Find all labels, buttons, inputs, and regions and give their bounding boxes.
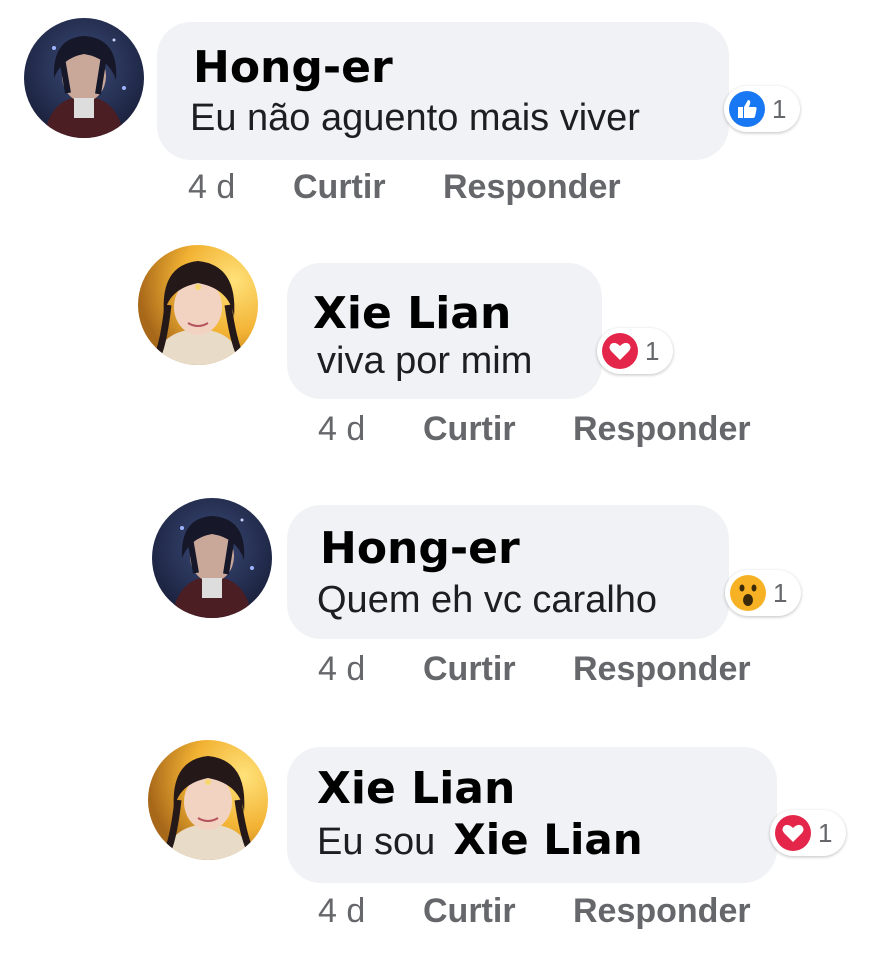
avatar-xie-lian[interactable] — [148, 740, 268, 860]
comment-text: viva por mim — [317, 340, 533, 382]
comment: Hong-er Quem eh vc caralho 1 4 d Curtir … — [0, 480, 885, 710]
avatar-xie-lian[interactable] — [138, 245, 258, 365]
reaction-badge[interactable]: 1 — [770, 810, 846, 856]
comment-timestamp: 4 d — [188, 168, 236, 206]
comment-author[interactable]: Xie Lian — [313, 292, 511, 336]
comment: Hong-er Eu não aguento mais viver 1 4 d … — [0, 0, 885, 230]
like-button[interactable]: Curtir — [423, 894, 516, 928]
comment-bubble: Hong-er Quem eh vc caralho — [287, 505, 729, 639]
reaction-badge[interactable]: 1 — [725, 570, 801, 616]
wow-face-icon — [730, 575, 766, 611]
heart-icon — [775, 815, 811, 851]
comment-timestamp: 4 d — [318, 650, 366, 688]
mention-link[interactable]: Xie Lian — [453, 815, 642, 864]
like-icon — [729, 91, 765, 127]
reaction-count: 1 — [818, 817, 833, 848]
comment-author[interactable]: Hong-er — [320, 527, 520, 571]
comment-text: Quem eh vc caralho — [317, 579, 658, 621]
reaction-count: 1 — [773, 577, 788, 608]
avatar-hong-er[interactable] — [24, 18, 144, 138]
comment-bubble: Hong-er Eu não aguento mais viver — [157, 22, 729, 160]
like-button[interactable]: Curtir — [423, 412, 516, 446]
comment-text-prefix: Eu sou — [317, 821, 436, 863]
reaction-badge[interactable]: 1 — [724, 86, 800, 132]
comment-author[interactable]: Hong-er — [193, 46, 393, 90]
comment-timestamp: 4 d — [318, 410, 366, 448]
reaction-count: 1 — [772, 93, 787, 124]
like-button[interactable]: Curtir — [423, 652, 516, 686]
reply-button[interactable]: Responder — [573, 652, 751, 686]
reply-button[interactable]: Responder — [443, 170, 621, 204]
comment: Xie Lian Eu sou Xie Lian 1 4 d Curtir Res… — [0, 722, 885, 960]
reply-button[interactable]: Responder — [573, 412, 751, 446]
comment-bubble: Xie Lian viva por mim — [287, 263, 602, 399]
comment-text: Eu sou Xie Lian — [317, 819, 643, 863]
avatar-hong-er[interactable] — [152, 498, 272, 618]
comment-author[interactable]: Xie Lian — [317, 767, 515, 811]
like-button[interactable]: Curtir — [293, 170, 386, 204]
comment-bubble: Xie Lian Eu sou Xie Lian — [287, 747, 777, 883]
reaction-badge[interactable]: 1 — [597, 328, 673, 374]
heart-icon — [602, 333, 638, 369]
reaction-count: 1 — [645, 335, 660, 366]
reply-button[interactable]: Responder — [573, 894, 751, 928]
comment-text: Eu não aguento mais viver — [190, 97, 640, 139]
comment: Xie Lian viva por mim 1 4 d Curtir Respo… — [0, 240, 885, 470]
comment-timestamp: 4 d — [318, 892, 366, 930]
